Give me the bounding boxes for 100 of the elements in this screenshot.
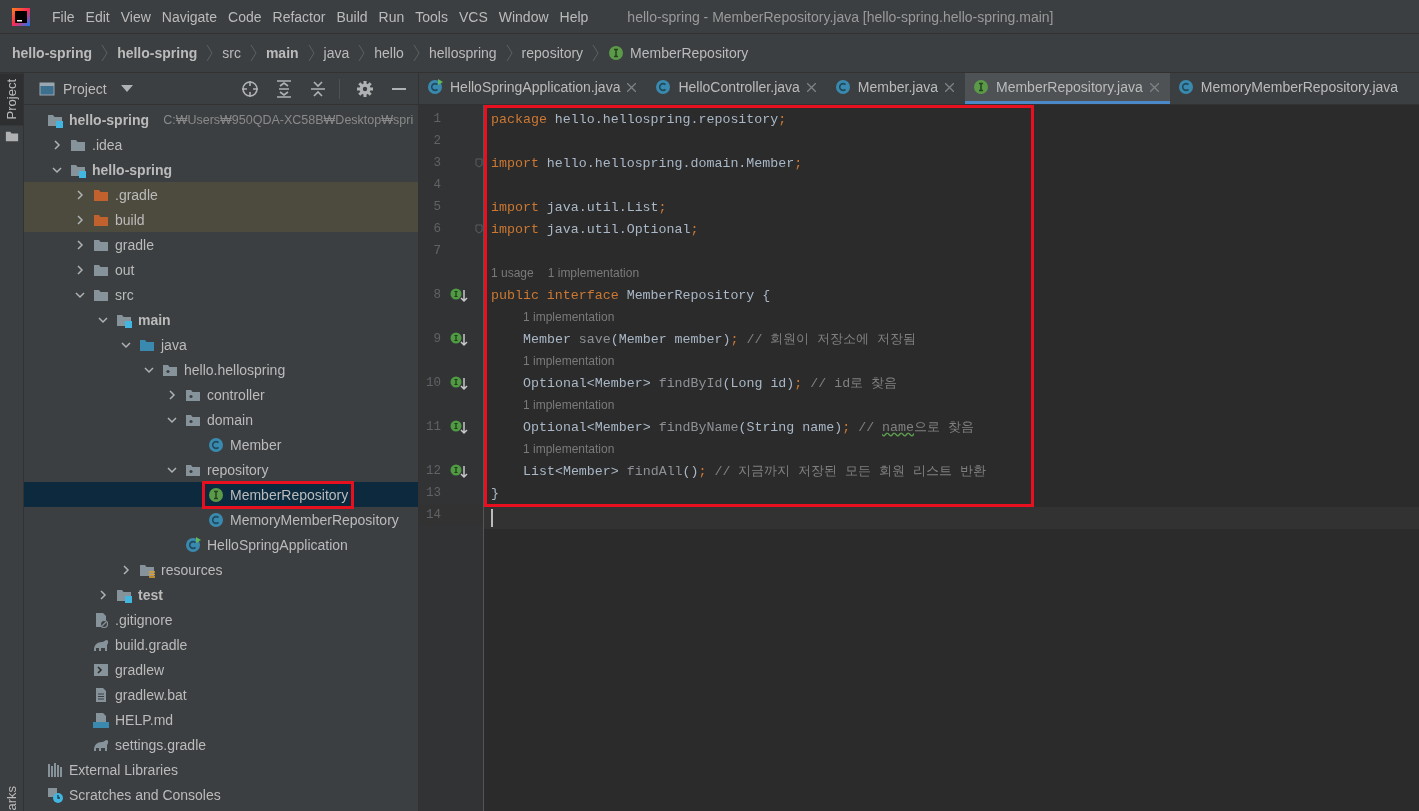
tree-item[interactable]: controller bbox=[207, 386, 265, 403]
chevron-icon[interactable] bbox=[52, 139, 62, 150]
editor-tab[interactable]: HelloSpringApplication.java bbox=[419, 73, 648, 104]
fold-marker-icon[interactable] bbox=[475, 224, 483, 234]
menu-item[interactable]: Help bbox=[559, 8, 589, 25]
breadcrumb[interactable]: src bbox=[222, 45, 241, 61]
tool-window-tab[interactable]: arks bbox=[4, 786, 19, 811]
chevron-icon[interactable] bbox=[121, 564, 131, 575]
tree-item[interactable]: gradlew.bat bbox=[115, 686, 187, 703]
tree-item[interactable]: hello-spring bbox=[92, 161, 173, 178]
tree-row[interactable]: MemberRepository bbox=[24, 482, 418, 507]
editor-tab[interactable]: MemoryMemberRepository.java bbox=[1169, 73, 1410, 104]
chevron-icon[interactable] bbox=[75, 214, 85, 225]
chevron-icon bbox=[249, 44, 257, 62]
breadcrumb[interactable]: java bbox=[323, 45, 350, 61]
breadcrumb[interactable]: hello-spring bbox=[12, 45, 93, 61]
tree-item[interactable]: out bbox=[115, 261, 135, 278]
tree-item[interactable]: HELP.md bbox=[115, 711, 174, 728]
menu-item[interactable]: View bbox=[120, 8, 151, 25]
tree-item[interactable]: resources bbox=[161, 561, 223, 578]
chevron-icon[interactable] bbox=[167, 414, 177, 425]
chevron-icon[interactable] bbox=[75, 189, 85, 200]
code-hint[interactable]: 1 implementation bbox=[523, 442, 615, 456]
tree-item[interactable]: settings.gradle bbox=[115, 736, 207, 753]
implemented-marker-icon[interactable] bbox=[450, 287, 468, 303]
code-hint[interactable]: 1 implementation bbox=[523, 354, 615, 368]
editor-tab[interactable]: Member.java bbox=[826, 73, 965, 104]
tree-item[interactable]: src bbox=[115, 286, 134, 303]
chevron-icon[interactable] bbox=[98, 314, 108, 325]
breadcrumb[interactable]: main bbox=[265, 45, 299, 61]
code-hint[interactable]: 1 implementation bbox=[523, 398, 615, 412]
tree-item[interactable]: Scratches and Consoles bbox=[69, 786, 221, 803]
chevron-icon[interactable] bbox=[167, 389, 177, 400]
menu-item[interactable]: Window bbox=[498, 8, 549, 25]
chevron-icon[interactable] bbox=[121, 339, 131, 350]
menu-item[interactable]: Refactor bbox=[272, 8, 326, 25]
breadcrumb[interactable]: repository bbox=[521, 45, 584, 61]
chevron-icon[interactable] bbox=[167, 464, 177, 475]
breadcrumb[interactable]: hello bbox=[374, 45, 404, 61]
chevron-icon[interactable] bbox=[52, 164, 62, 175]
chevron-icon[interactable] bbox=[144, 364, 154, 375]
tree-item[interactable]: domain bbox=[207, 411, 253, 428]
menu-item[interactable]: VCS bbox=[458, 8, 488, 25]
breadcrumb[interactable]: hellospring bbox=[428, 45, 497, 61]
tree-item[interactable]: build.gradle bbox=[115, 636, 188, 653]
fold-marker-icon[interactable] bbox=[475, 158, 483, 168]
tree-item[interactable]: Member bbox=[230, 436, 282, 453]
code-line: Member save(Member member); // 회원이 저장소에 저장됨 bbox=[523, 331, 917, 348]
tree-item[interactable]: MemoryMemberRepository bbox=[230, 511, 399, 528]
tree-item[interactable]: .idea bbox=[92, 136, 123, 153]
tree-row[interactable]: build bbox=[24, 207, 418, 232]
tree-item[interactable]: build bbox=[115, 211, 145, 228]
code-hint[interactable]: 1 usage bbox=[491, 266, 534, 280]
tree-item[interactable]: .gitignore bbox=[115, 611, 173, 628]
menu-item[interactable]: Build bbox=[336, 8, 368, 25]
code-hint[interactable]: 1 implementation bbox=[523, 310, 615, 324]
implemented-marker-icon[interactable] bbox=[450, 331, 468, 347]
chevron-icon[interactable] bbox=[75, 289, 85, 300]
menu-item[interactable]: Code bbox=[228, 8, 262, 25]
close-icon[interactable] bbox=[627, 82, 637, 92]
crosshair-icon[interactable] bbox=[241, 79, 259, 98]
expand-all-icon[interactable] bbox=[275, 79, 293, 98]
tree-item[interactable]: main bbox=[138, 311, 171, 328]
chevron-icon[interactable] bbox=[75, 239, 85, 250]
code-hint[interactable]: 1 implementation bbox=[547, 266, 640, 280]
panel-title[interactable]: Project bbox=[63, 80, 107, 97]
menu-item[interactable]: Edit bbox=[85, 8, 110, 25]
tree-item[interactable]: gradlew bbox=[115, 661, 165, 678]
breadcrumb[interactable]: MemberRepository bbox=[630, 45, 749, 61]
tool-window-tab[interactable]: Project bbox=[0, 73, 23, 126]
tree-row[interactable]: .gradle bbox=[24, 182, 418, 207]
caret-icon[interactable] bbox=[120, 84, 133, 93]
tree-item[interactable]: hello.hellospring bbox=[184, 361, 286, 378]
implemented-marker-icon[interactable] bbox=[450, 419, 468, 435]
implemented-marker-icon[interactable] bbox=[450, 375, 468, 391]
implemented-marker-icon[interactable] bbox=[450, 463, 468, 479]
editor-tab[interactable]: HelloController.java bbox=[647, 73, 827, 104]
tree-item[interactable]: hello-spring bbox=[69, 111, 150, 128]
tree-item[interactable]: MemberRepository bbox=[230, 486, 349, 503]
tree-item[interactable]: gradle bbox=[115, 236, 154, 253]
chevron-icon[interactable] bbox=[75, 264, 85, 275]
close-icon[interactable] bbox=[945, 82, 954, 92]
tree-item[interactable]: repository bbox=[207, 461, 269, 478]
chevron-icon[interactable] bbox=[98, 589, 108, 600]
settings-icon[interactable] bbox=[356, 79, 374, 98]
breadcrumb[interactable]: hello-spring bbox=[117, 45, 198, 61]
menu-item[interactable]: Navigate bbox=[161, 8, 218, 25]
tree-item[interactable]: test bbox=[138, 586, 163, 603]
code-line: Optional<Member> findByName(String name); // name으로 찾음 bbox=[523, 419, 974, 436]
menu-item[interactable]: Run bbox=[378, 8, 405, 25]
tree-item[interactable]: .gradle bbox=[115, 186, 158, 203]
menu-item[interactable]: File bbox=[52, 8, 75, 25]
editor-tab[interactable]: MemberRepository.java bbox=[965, 73, 1170, 104]
tree-item[interactable]: java bbox=[161, 336, 187, 353]
tree-item[interactable]: External Libraries bbox=[69, 761, 178, 778]
tree-item[interactable]: HelloSpringApplication bbox=[207, 536, 348, 553]
code-line: Optional<Member> findById(Long id); // id로 찾음 bbox=[523, 375, 898, 392]
collapse-all-icon[interactable] bbox=[309, 79, 327, 98]
close-icon[interactable] bbox=[806, 82, 816, 92]
menu-item[interactable]: Tools bbox=[415, 8, 448, 25]
